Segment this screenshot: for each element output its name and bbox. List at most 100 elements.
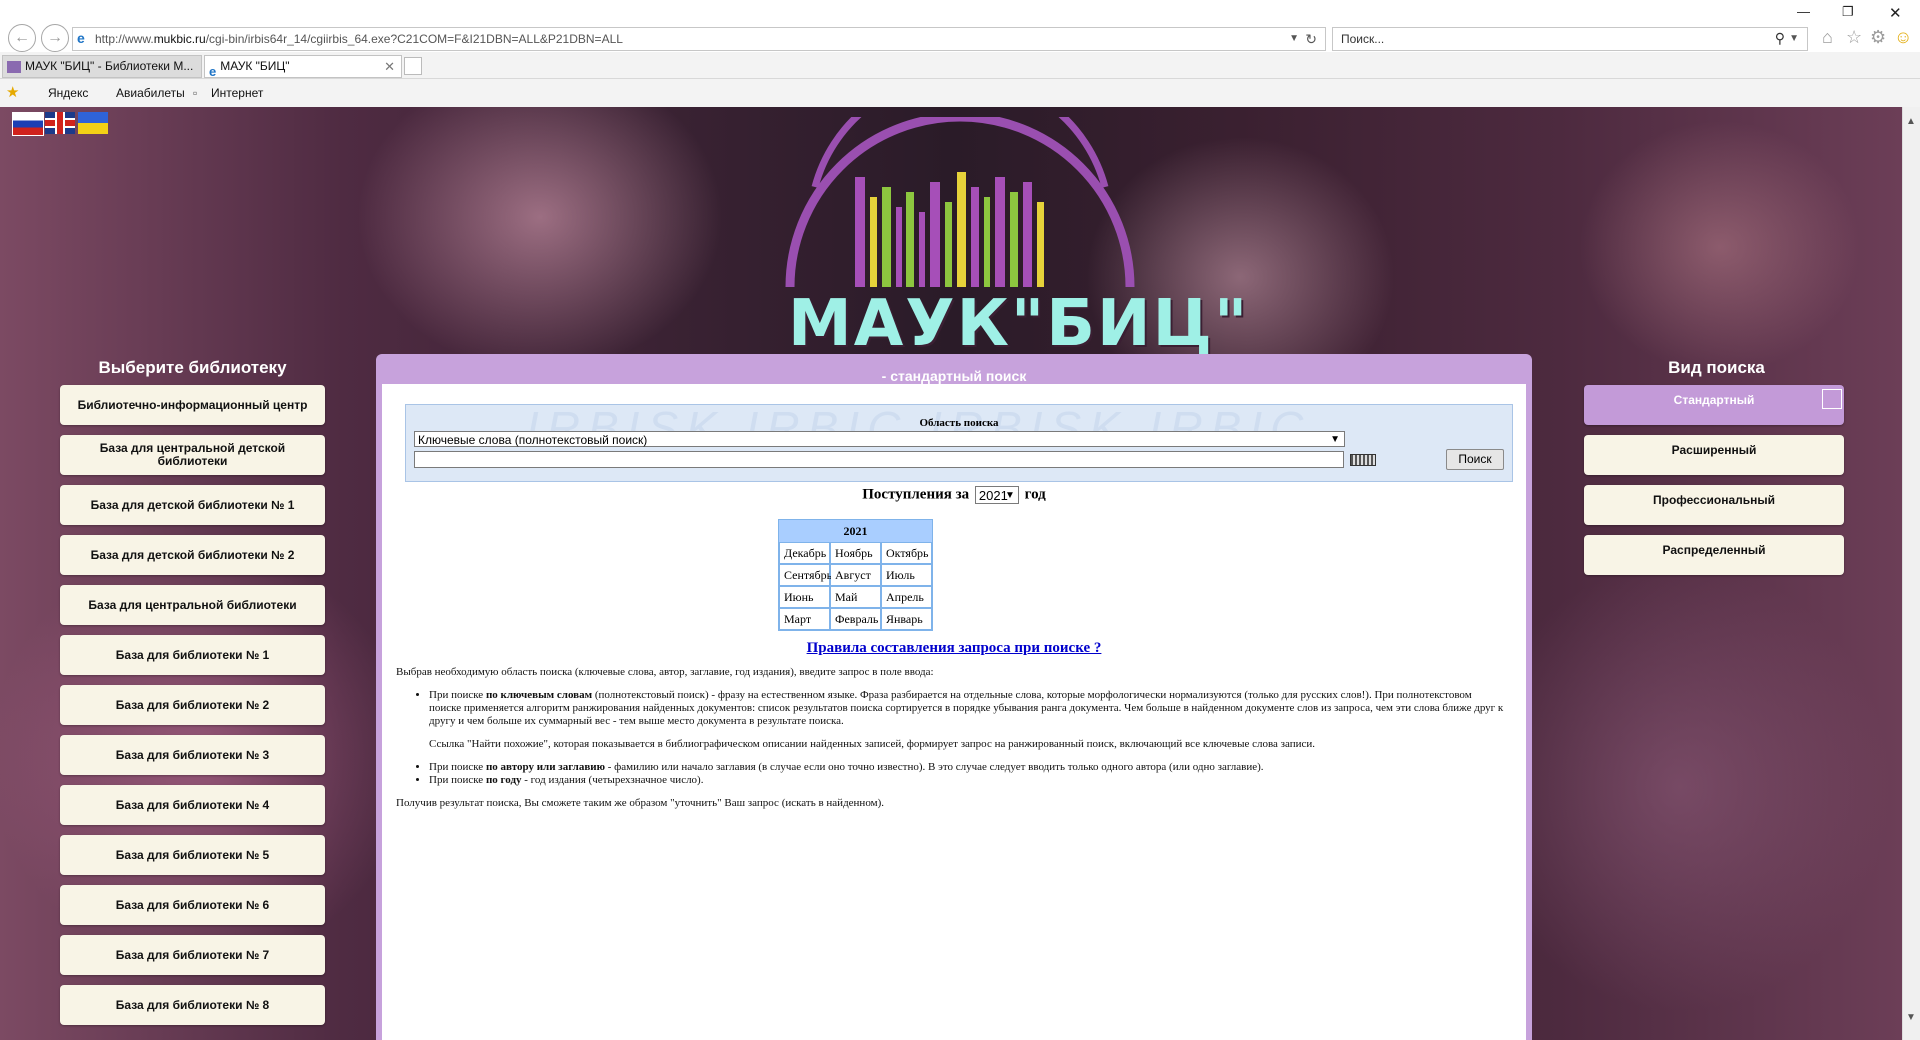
close-tab-icon[interactable]: ✕ — [384, 56, 395, 77]
help-similar: Ссылка "Найти похожие", которая показыва… — [429, 738, 1316, 750]
help-text: При поиске — [429, 774, 486, 786]
calendar-row: Июнь Май Апрель — [779, 586, 932, 608]
tab-mauk-bic[interactable]: e МАУК "БИЦ" ✕ — [204, 55, 402, 78]
month-link[interactable]: Февраль — [831, 609, 880, 629]
year-select[interactable]: 2021 ▼ — [974, 486, 1019, 504]
flag-ukrainian-icon[interactable] — [78, 112, 108, 134]
library-button-children-2[interactable]: База для детской библиотеки № 2 — [60, 535, 325, 575]
month-link[interactable]: Июль — [882, 565, 931, 585]
calendar-row: Сентябрь Август Июль — [779, 564, 932, 586]
forward-arrow-icon: → — [47, 29, 63, 46]
search-placeholder: Поиск... — [1341, 32, 1385, 46]
help-bold: по автору или заглавию — [485, 761, 605, 773]
site-logo: МАУК"БИЦ" — [770, 107, 1250, 387]
restore-button[interactable]: ❐ — [1842, 4, 1854, 20]
search-button[interactable]: Поиск — [1446, 449, 1504, 470]
calendar-year: 2021 — [779, 520, 932, 542]
month-link[interactable]: Ноябрь — [831, 543, 880, 563]
search-area-label: Область поиска — [919, 417, 999, 429]
favorite-internet[interactable]: Интернет — [211, 79, 263, 107]
address-url: http://www.mukbic.ru/cgi-bin/irbis64r_14… — [95, 28, 623, 50]
help-item-keywords: При поиске по ключевым словам (полнотекс… — [429, 689, 1506, 751]
help-bold: по году — [485, 774, 522, 786]
library-button-6[interactable]: База для библиотеки № 6 — [60, 885, 325, 925]
address-row: ← → e http://www.mukbic.ru/cgi-bin/irbis… — [0, 0, 1920, 52]
search-type-heading: Вид поиска — [1668, 358, 1765, 377]
main-title: - стандартный поиск — [881, 368, 1027, 384]
library-button-7[interactable]: База для библиотеки № 7 — [60, 935, 325, 975]
back-button[interactable]: ← — [8, 24, 36, 52]
close-window-button[interactable]: ✕ — [1889, 4, 1902, 22]
help-outro: Получив результат поиска, Вы сможете так… — [396, 797, 884, 809]
library-button-bic[interactable]: Библиотечно-информационный центр — [60, 385, 325, 425]
library-button-central[interactable]: База для центральной библиотеки — [60, 585, 325, 625]
month-link[interactable]: Май — [831, 587, 880, 607]
search-area-select[interactable]: Ключевые слова (полнотекстовый поиск) ▼ — [414, 431, 1345, 447]
favorites-bar: ★ Яндекс Авиабилеты ▫ Интернет — [0, 79, 1920, 107]
forward-button[interactable]: → — [41, 24, 69, 52]
month-link[interactable]: Апрель — [882, 587, 931, 607]
page-icon: ▫ — [193, 86, 198, 100]
search-dropdown-icon[interactable]: ▼ — [1789, 28, 1799, 50]
search-type-standard[interactable]: Стандартный — [1584, 385, 1844, 425]
selected-checkbox-icon — [1822, 389, 1842, 409]
flag-russian-icon[interactable] — [12, 112, 44, 136]
month-link[interactable]: Октябрь — [882, 543, 931, 563]
virtual-keyboard-icon[interactable] — [1350, 454, 1376, 466]
library-button-8[interactable]: База для библиотеки № 8 — [60, 985, 325, 1025]
help-list: При поиске по ключевым словам (полнотекс… — [396, 689, 1506, 787]
new-tab-button[interactable] — [404, 57, 422, 75]
search-type-professional[interactable]: Профессиональный — [1584, 485, 1844, 525]
calendar-row: Март Февраль Январь — [779, 608, 932, 630]
favorites-star-icon[interactable]: ☆ — [1846, 28, 1862, 46]
refresh-icon[interactable]: ↻ — [1305, 28, 1317, 50]
browser-search-input[interactable]: Поиск... ⚲ ▼ — [1332, 27, 1808, 51]
library-button-children-1[interactable]: База для детской библиотеки № 1 — [60, 485, 325, 525]
minimize-button[interactable]: — — [1797, 4, 1810, 19]
query-input[interactable] — [414, 451, 1344, 468]
flag-english-icon[interactable] — [45, 112, 75, 134]
library-button-3[interactable]: База для библиотеки № 3 — [60, 735, 325, 775]
tab-label: МАУК "БИЦ" — [220, 59, 290, 73]
logo-text: МАУК"БИЦ" — [788, 287, 1250, 361]
library-button-5[interactable]: База для библиотеки № 5 — [60, 835, 325, 875]
search-icon[interactable]: ⚲ — [1775, 27, 1785, 49]
arrivals-line: Поступления за 2021 ▼ год — [382, 486, 1526, 504]
scroll-down-icon[interactable]: ▼ — [1906, 1012, 1916, 1023]
address-bar[interactable]: e http://www.mukbic.ru/cgi-bin/irbis64r_… — [72, 27, 1326, 51]
home-icon[interactable]: ⌂ — [1822, 28, 1833, 46]
month-link[interactable]: Июнь — [780, 587, 829, 607]
favorite-aviabilety[interactable]: Авиабилеты — [116, 79, 185, 107]
search-area-box: IRBISK IRBIC IRBISK IRBIC Область поиска… — [405, 404, 1513, 482]
tab-biblioteki[interactable]: МАУК "БИЦ" - Библиотеки М... — [2, 55, 202, 78]
gear-icon[interactable]: ⚙ — [1870, 28, 1886, 46]
scroll-up-icon[interactable]: ▲ — [1906, 116, 1916, 127]
chevron-down-icon: ▼ — [1004, 490, 1015, 501]
library-heading: Выберите библиотеку — [98, 358, 287, 377]
rules-link[interactable]: Правила составления запроса при поиске ? — [382, 640, 1526, 657]
library-button-4[interactable]: База для библиотеки № 4 — [60, 785, 325, 825]
help-bold: по ключевым словам — [485, 689, 593, 701]
favorites-bar-star-icon[interactable]: ★ — [6, 79, 19, 107]
library-button-1[interactable]: База для библиотеки № 1 — [60, 635, 325, 675]
help-item-author: При поиске по автору или заглавию - фами… — [429, 761, 1506, 774]
calendar-row: Декабрь Ноябрь Октябрь — [779, 542, 932, 564]
month-link[interactable]: Январь — [882, 609, 931, 629]
search-type-extended[interactable]: Расширенный — [1584, 435, 1844, 475]
main-panel: - стандартный поиск IRBISK IRBIC IRBISK … — [376, 354, 1532, 1040]
arrivals-calendar: 2021 Декабрь Ноябрь Октябрь Сентябрь Авг… — [778, 519, 933, 631]
month-link[interactable]: Август — [831, 565, 880, 585]
favorite-yandex[interactable]: Яндекс — [48, 79, 88, 107]
main-content: IRBISK IRBIC IRBISK IRBIC Область поиска… — [382, 384, 1526, 1040]
address-dropdown-icon[interactable]: ▼ — [1289, 28, 1299, 50]
month-link[interactable]: Декабрь — [780, 543, 829, 563]
page-scrollbar[interactable] — [1902, 107, 1920, 1040]
library-button-2[interactable]: База для библиотеки № 2 — [60, 685, 325, 725]
search-type-distributed[interactable]: Распределенный — [1584, 535, 1844, 575]
library-button-central-children[interactable]: База для центральной детской библиотеки — [60, 435, 325, 475]
month-link[interactable]: Март — [780, 609, 829, 629]
url-path: /cgi-bin/irbis64r_14/cgiirbis_64.exe?C21… — [205, 32, 623, 46]
feedback-smiley-icon[interactable]: ☺ — [1894, 28, 1912, 46]
month-link[interactable]: Сентябрь — [780, 565, 832, 585]
arrivals-suffix: год — [1024, 486, 1046, 503]
